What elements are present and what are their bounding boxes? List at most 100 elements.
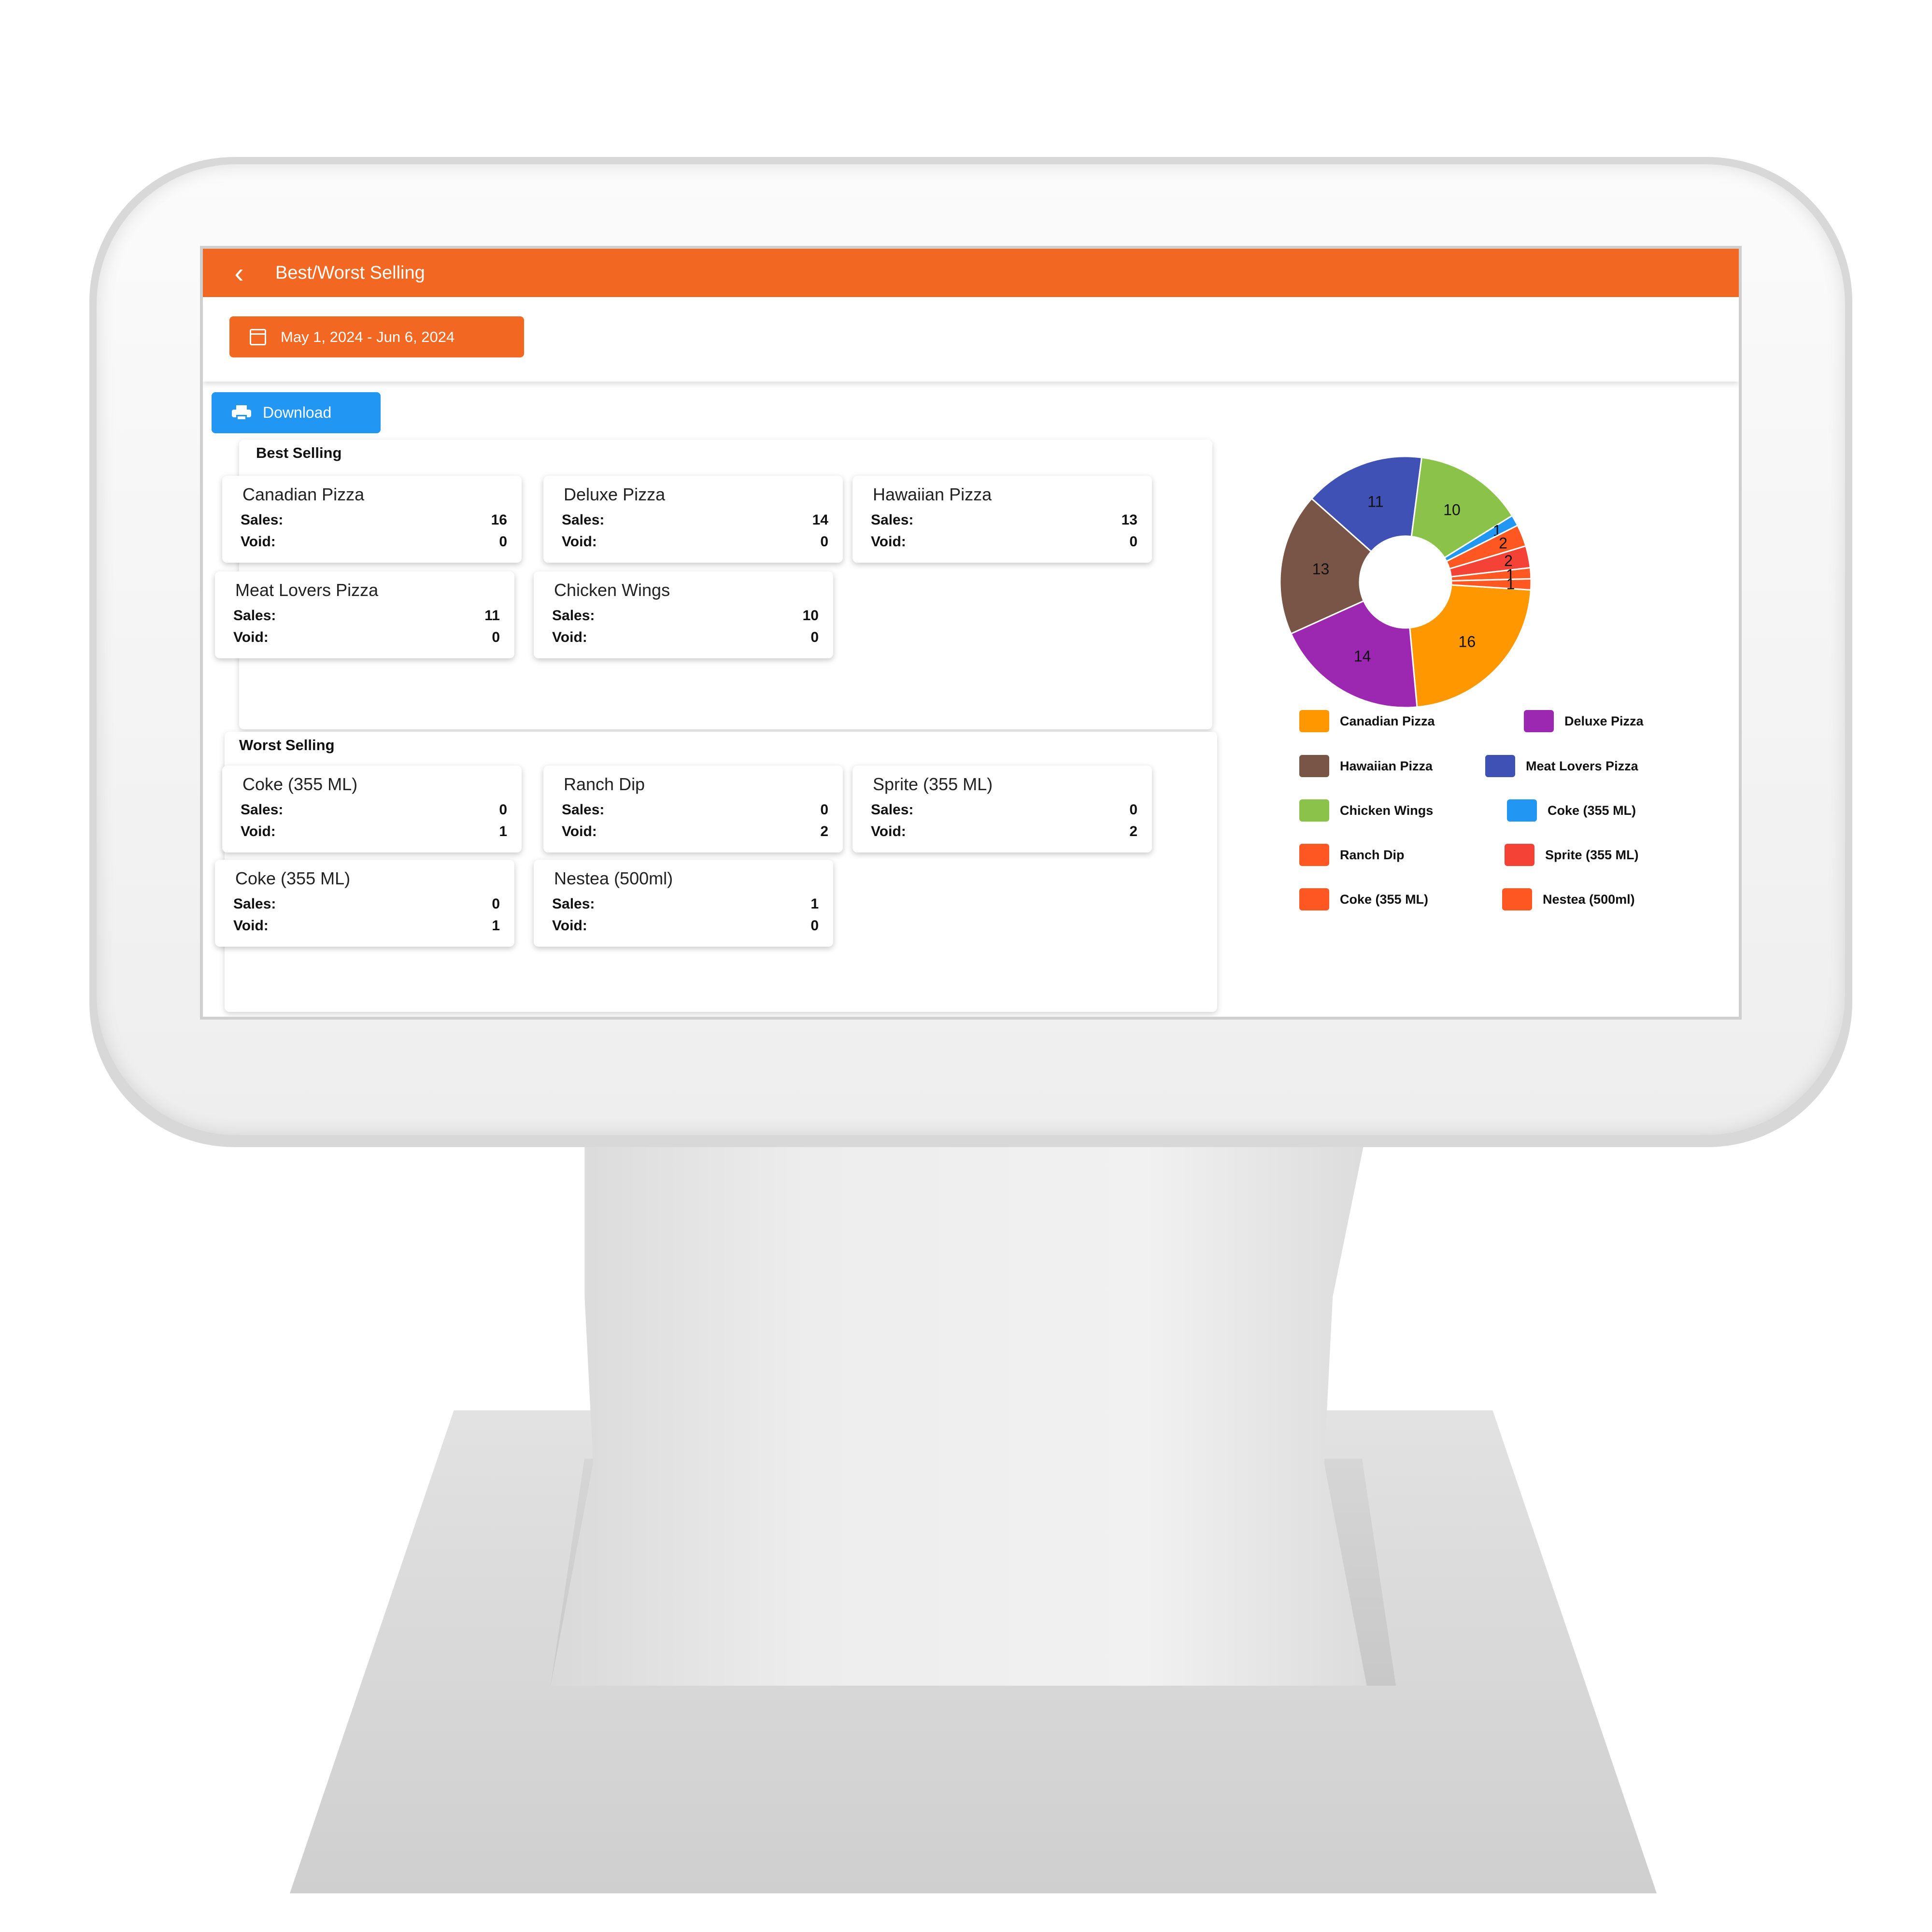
product-name: Ranch Dip (564, 774, 645, 794)
sales-value: 0 (1129, 802, 1137, 818)
void-row: Void: 0 (871, 534, 1137, 550)
void-row: Void: 0 (552, 629, 819, 646)
product-name: Sprite (355 ML) (873, 774, 993, 794)
product-name: Meat Lovers Pizza (235, 580, 379, 600)
sales-label: Sales: (233, 896, 276, 912)
sales-label: Sales: (871, 802, 914, 818)
sales-label: Sales: (552, 608, 595, 624)
legend-swatch (1524, 710, 1554, 732)
void-label: Void: (552, 629, 587, 645)
legend-label: Coke (355 ML) (1340, 892, 1429, 907)
sales-value: 11 (484, 608, 500, 624)
sales-row: Sales: 0 (233, 896, 500, 912)
worst-selling-card[interactable]: Coke (355 ML) Sales: 0 Void: 1 (215, 860, 514, 947)
sales-row: Sales: 0 (871, 802, 1137, 818)
sales-row: Sales: 16 (241, 512, 507, 528)
pie-slice-label: 16 (1459, 633, 1476, 651)
sales-label: Sales: (241, 512, 284, 528)
sales-pie-chart: 16 14 13 11 10 1 2 2 1 1 (1270, 447, 1541, 717)
legend-label: Canadian Pizza (1340, 713, 1435, 728)
legend-label: Sprite (355 ML) (1545, 847, 1639, 862)
sales-value: 14 (812, 512, 828, 528)
sales-value: 10 (802, 608, 819, 624)
product-name: Chicken Wings (554, 580, 670, 600)
chevron-left-icon: ‹ (234, 257, 244, 289)
void-row: Void: 0 (241, 534, 507, 550)
sales-row: Sales: 13 (871, 512, 1137, 528)
best-selling-card[interactable]: Deluxe Pizza Sales: 14 Void: 0 (543, 476, 843, 563)
void-value: 0 (810, 629, 819, 645)
legend-label: Ranch Dip (1340, 847, 1405, 862)
sales-label: Sales: (871, 512, 914, 528)
legend-label: Meat Lovers Pizza (1526, 758, 1638, 773)
sales-value: 13 (1121, 512, 1137, 528)
void-value: 0 (499, 534, 507, 550)
void-label: Void: (241, 824, 276, 839)
best-selling-card[interactable]: Hawaiian Pizza Sales: 13 Void: 0 (852, 476, 1152, 563)
legend-item: Ranch Dip (1299, 844, 1405, 866)
void-row: Void: 1 (233, 918, 500, 934)
legend-item: Canadian Pizza (1299, 710, 1435, 732)
filter-bar: May 1, 2024 - Jun 6, 2024 (203, 297, 1739, 382)
sales-value: 0 (499, 802, 507, 818)
worst-selling-card[interactable]: Ranch Dip Sales: 0 Void: 2 (543, 766, 843, 852)
worst-selling-card[interactable]: Sprite (355 ML) Sales: 0 Void: 2 (852, 766, 1152, 852)
sales-row: Sales: 10 (552, 608, 819, 624)
legend-swatch (1299, 799, 1329, 822)
sales-row: Sales: 11 (233, 608, 500, 624)
sales-label: Sales: (233, 608, 276, 624)
page-title: Best/Worst Selling (275, 262, 425, 283)
download-button[interactable]: Download (212, 392, 381, 433)
worst-selling-title: Worst Selling (239, 737, 335, 753)
void-value: 0 (810, 918, 819, 934)
legend-item: Deluxe Pizza (1524, 710, 1644, 732)
sales-value: 0 (820, 802, 828, 818)
void-value: 0 (820, 534, 828, 550)
legend-swatch (1299, 888, 1329, 910)
sales-label: Sales: (562, 512, 605, 528)
void-value: 1 (492, 918, 500, 934)
best-selling-card[interactable]: Meat Lovers Pizza Sales: 11 Void: 0 (215, 571, 514, 658)
void-row: Void: 1 (241, 824, 507, 840)
void-row: Void: 0 (562, 534, 828, 550)
legend-item: Chicken Wings (1299, 799, 1433, 822)
product-name: Coke (355 ML) (242, 774, 358, 794)
sales-label: Sales: (241, 802, 284, 818)
best-selling-card[interactable]: Chicken Wings Sales: 10 Void: 0 (534, 571, 833, 658)
legend-swatch (1299, 710, 1329, 732)
product-name: Hawaiian Pizza (873, 484, 992, 504)
legend-label: Hawaiian Pizza (1340, 758, 1433, 773)
printer-icon (232, 405, 251, 421)
screen: ‹ Best/Worst Selling May 1, 2024 - Jun 6… (203, 249, 1739, 1017)
legend-swatch (1299, 755, 1329, 777)
legend-item: Coke (355 ML) (1299, 888, 1428, 910)
app-bar: ‹ Best/Worst Selling (203, 249, 1739, 297)
legend-item: Meat Lovers Pizza (1485, 755, 1638, 777)
void-label: Void: (233, 918, 269, 934)
date-range-button[interactable]: May 1, 2024 - Jun 6, 2024 (229, 316, 524, 357)
legend-label: Nestea (500ml) (1543, 892, 1635, 907)
pie-slice-label: 1 (1506, 575, 1515, 593)
worst-selling-card[interactable]: Coke (355 ML) Sales: 0 Void: 1 (222, 766, 522, 852)
sales-row: Sales: 14 (562, 512, 828, 528)
worst-selling-card[interactable]: Nestea (500ml) Sales: 1 Void: 0 (534, 860, 833, 947)
legend-swatch (1505, 844, 1534, 866)
legend-swatch (1507, 799, 1537, 822)
sales-row: Sales: 1 (552, 896, 819, 912)
legend-swatch (1485, 755, 1515, 777)
void-row: Void: 0 (552, 918, 819, 934)
legend-item: Hawaiian Pizza (1299, 755, 1433, 777)
void-label: Void: (562, 534, 597, 550)
download-label: Download (263, 404, 332, 421)
product-name: Nestea (500ml) (554, 868, 673, 888)
pie-slice-label: 10 (1443, 501, 1461, 519)
date-range-label: May 1, 2024 - Jun 6, 2024 (281, 328, 455, 345)
best-selling-card[interactable]: Canadian Pizza Sales: 16 Void: 0 (222, 476, 522, 563)
product-name: Deluxe Pizza (564, 484, 666, 504)
back-button[interactable]: ‹ (203, 249, 275, 297)
sales-label: Sales: (552, 896, 595, 912)
pie-slice-label: 13 (1312, 560, 1330, 578)
pie-slice-label: 14 (1354, 647, 1371, 665)
sales-value: 0 (492, 896, 500, 912)
void-row: Void: 2 (871, 824, 1137, 840)
